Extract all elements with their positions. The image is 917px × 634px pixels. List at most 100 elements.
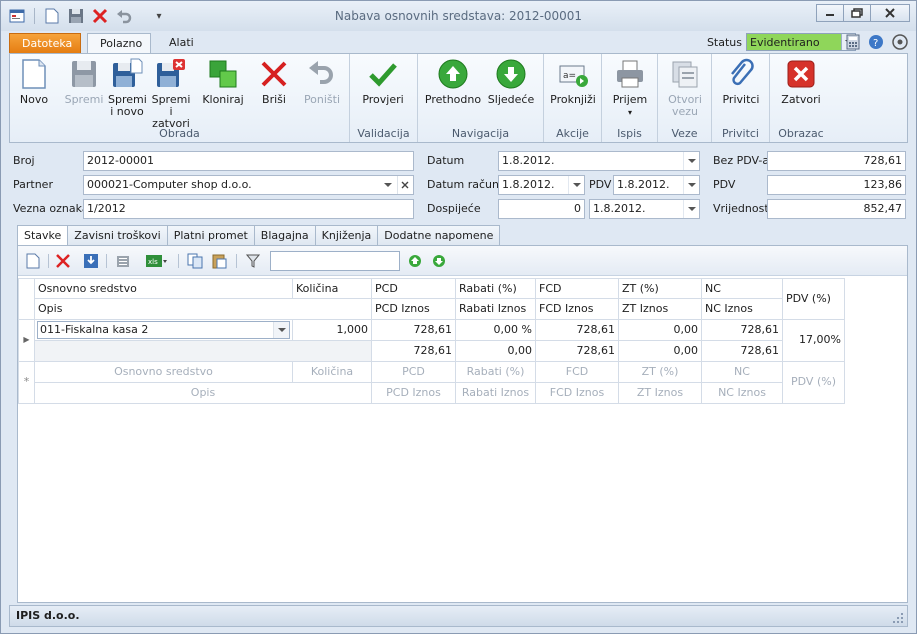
excel-export-icon[interactable]: xls [144,252,168,270]
cell-fcd-iznos[interactable]: 728,61 [536,341,619,362]
dospijece-datum-field[interactable]: 1.8.2012. [589,199,700,219]
chevron-down-icon[interactable] [683,176,699,194]
new-row-zt[interactable]: ZT (%) [619,362,702,383]
col-fcd-iznos[interactable]: FCD Iznos [536,299,619,320]
help-icon[interactable]: ? [868,34,884,53]
close-window-button[interactable] [870,4,910,22]
new-row-nc-iznos[interactable]: NC Iznos [702,383,783,404]
vrijednost-field[interactable]: 852,47 [767,199,906,219]
provjeri-button[interactable]: Provjeri [358,58,408,106]
cell-pdv[interactable]: 17,00% [783,320,845,362]
table-row[interactable]: 011-Fiskalna kasa 2 [35,320,293,341]
new-row-selector[interactable]: * [18,362,35,404]
prethodno-button[interactable]: Prethodno [424,58,482,106]
new-row-nc[interactable]: NC [702,362,783,383]
novo-button[interactable]: Novo [16,58,52,106]
tab-datoteka[interactable]: Datoteka [9,33,81,53]
partner-field[interactable]: 000021-Computer shop d.o.o. [83,175,414,195]
col-fcd[interactable]: FCD [536,278,619,299]
new-row-opis[interactable]: Opis [35,383,372,404]
kloniraj-button[interactable]: Kloniraj [200,58,246,106]
cell-zt[interactable]: 0,00 [619,320,702,341]
ponisti-button[interactable]: Poništi [300,58,344,106]
dospijece-dani-field[interactable]: 0 [498,199,585,219]
proknjizi-button[interactable]: a= Proknjiži [548,58,598,106]
new-row-fcd[interactable]: FCD [536,362,619,383]
info-icon[interactable] [892,34,908,53]
col-pcd[interactable]: PCD [372,278,456,299]
delete-row-icon[interactable] [54,252,72,270]
chevron-down-icon[interactable] [683,200,699,218]
grid-search-input[interactable] [270,251,400,271]
new-row-pcd-iznos[interactable]: PCD Iznos [372,383,456,404]
pdv-iznos-field[interactable]: 123,86 [767,175,906,195]
zatvori-button[interactable]: Zatvori [778,58,824,106]
spremi-i-novo-button[interactable]: Spremi i novo [108,58,147,118]
spremi-i-zatvori-button[interactable]: Spremi i zatvori [150,58,192,130]
tab-knjizenja[interactable]: Knjiženja [314,225,379,245]
col-rabati[interactable]: Rabati (%) [456,278,536,299]
calculator-icon[interactable] [846,34,860,53]
status-dropdown[interactable]: Evidentirano [746,33,856,51]
cell-rabati-iznos[interactable]: 0,00 [456,341,536,362]
cell-rabati[interactable]: 0,00 % [456,320,536,341]
paste-icon[interactable] [210,252,228,270]
resize-grip-icon[interactable] [893,610,903,630]
col-pdv[interactable]: PDV (%) [783,278,845,320]
cell-kolicina[interactable]: 1,000 [293,320,372,341]
new-row-rabati[interactable]: Rabati (%) [456,362,536,383]
move-down-icon[interactable] [430,252,448,270]
tab-zavisni-troskovi[interactable]: Zavisni troškovi [67,225,168,245]
import-icon[interactable] [82,252,100,270]
col-kolicina[interactable]: Količina [293,278,372,299]
multi-edit-icon[interactable] [114,252,132,270]
chevron-down-icon[interactable] [273,322,289,338]
prijem-button[interactable]: Prijem ▾ [608,58,652,119]
copy-icon[interactable] [186,252,204,270]
col-nc-iznos[interactable]: NC Iznos [702,299,783,320]
chevron-down-icon[interactable] [568,176,584,194]
bez-pdv-field[interactable]: 728,61 [767,151,906,171]
tab-polazno[interactable]: Polazno [87,33,151,53]
spremi-button[interactable]: Spremi [64,58,104,106]
new-row-zt-iznos[interactable]: ZT Iznos [619,383,702,404]
col-rabati-iznos[interactable]: Rabati Iznos [456,299,536,320]
cell-nc[interactable]: 728,61 [702,320,783,341]
new-row-icon[interactable] [24,252,42,270]
minimize-button[interactable] [816,4,844,22]
datum-racuna-field[interactable]: 1.8.2012. [498,175,585,195]
col-nc[interactable]: NC [702,278,783,299]
new-row-rabati-iznos[interactable]: Rabati Iznos [456,383,536,404]
cell-fcd[interactable]: 728,61 [536,320,619,341]
tab-stavke[interactable]: Stavke [17,225,69,246]
osnovno-sredstvo-combo[interactable]: 011-Fiskalna kasa 2 [37,321,290,339]
vezna-oznaka-field[interactable]: 1/2012 [83,199,414,219]
cell-pcd[interactable]: 728,61 [372,320,456,341]
chevron-down-icon[interactable] [381,176,395,194]
clear-icon[interactable] [397,176,411,194]
privitci-button[interactable]: Privitci [718,58,764,106]
tab-blagajna[interactable]: Blagajna [253,225,316,245]
cell-nc-iznos[interactable]: 728,61 [702,341,783,362]
sljedece-button[interactable]: Sljedeće [486,58,536,106]
cell-opis[interactable] [35,341,372,362]
cell-zt-iznos[interactable]: 0,00 [619,341,702,362]
col-zt[interactable]: ZT (%) [619,278,702,299]
row-selector[interactable]: ▶ [18,320,35,362]
chevron-down-icon[interactable] [683,152,699,170]
broj-field[interactable]: 2012-00001 [83,151,414,171]
new-row-pcd[interactable]: PCD [372,362,456,383]
tab-dodatne-napomene[interactable]: Dodatne napomene [377,225,501,245]
col-pcd-iznos[interactable]: PCD Iznos [372,299,456,320]
brisi-button[interactable]: Briši [254,58,294,106]
filter-icon[interactable] [244,252,262,270]
pdv-datum-field[interactable]: 1.8.2012. [613,175,700,195]
new-row-kolicina[interactable]: Količina [293,362,372,383]
maximize-button[interactable] [843,4,871,22]
otvori-vezu-button[interactable]: Otvori vezu [664,58,706,118]
tab-alati[interactable]: Alati [157,33,206,53]
new-row-osnovno-sredstvo[interactable]: Osnovno sredstvo [35,362,293,383]
new-row-fcd-iznos[interactable]: FCD Iznos [536,383,619,404]
cell-pcd-iznos[interactable]: 728,61 [372,341,456,362]
col-zt-iznos[interactable]: ZT Iznos [619,299,702,320]
